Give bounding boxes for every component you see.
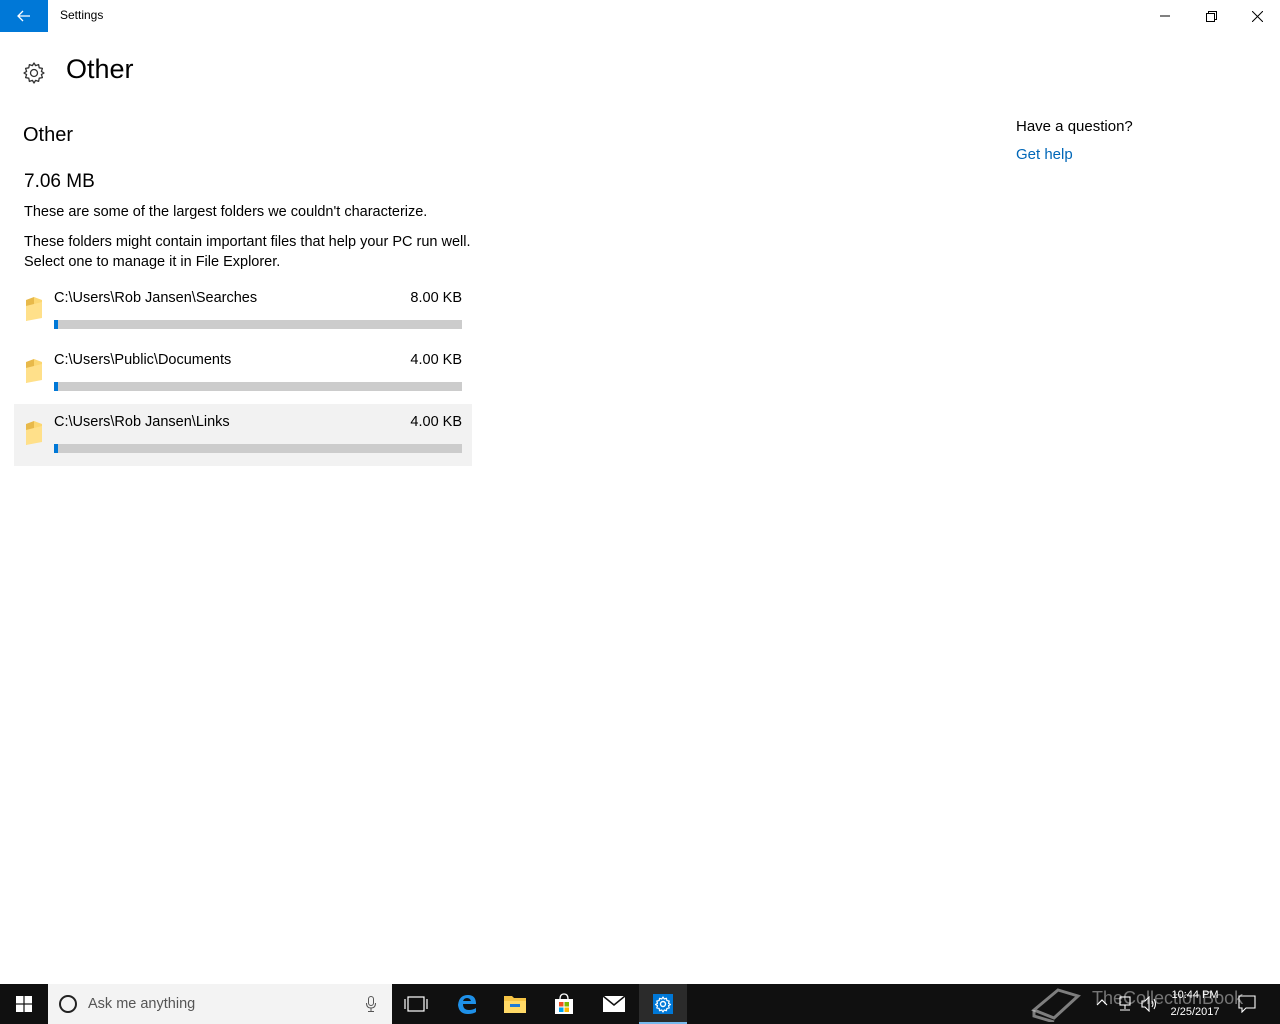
cortana-search-box[interactable]: Ask me anything	[48, 984, 392, 1024]
clock-time: 10:44 PM	[1171, 989, 1219, 1001]
folder-icon	[26, 297, 42, 321]
close-icon	[1251, 10, 1263, 22]
total-size: 7.06 MB	[24, 171, 95, 192]
minimize-icon	[1160, 15, 1170, 17]
file-explorer-icon	[504, 996, 526, 1013]
description-text-2: These folders might contain important fi…	[24, 234, 471, 270]
action-center-icon[interactable]	[1238, 995, 1256, 1013]
usage-bar-fill	[54, 320, 58, 329]
folder-icon	[26, 421, 42, 445]
clock-date: 2/25/2017	[1170, 1006, 1220, 1018]
restore-button[interactable]	[1188, 0, 1234, 32]
minimize-button[interactable]	[1142, 0, 1188, 32]
edge-button[interactable]	[443, 984, 491, 1024]
folder-row-links[interactable]: C:\Users\Rob Jansen\Links 4.00 KB	[14, 404, 472, 466]
search-placeholder: Ask me anything	[88, 996, 196, 1012]
mail-icon	[602, 995, 626, 1012]
usage-bar-fill	[54, 382, 58, 391]
store-button[interactable]	[540, 984, 588, 1024]
windows-logo-icon	[16, 996, 32, 1012]
mail-button[interactable]	[590, 984, 638, 1024]
book-watermark-icon	[1031, 988, 1081, 1022]
chevron-up-icon[interactable]	[1096, 998, 1108, 1006]
folder-icon	[26, 359, 42, 383]
settings-taskbar-button[interactable]	[639, 984, 687, 1024]
section-title: Other	[23, 124, 74, 146]
title-bar: Settings	[0, 0, 1280, 32]
folder-path: C:\Users\Rob Jansen\Links	[54, 414, 230, 430]
folder-list: C:\Users\Rob Jansen\Searches 8.00 KB C:\…	[14, 280, 472, 466]
usage-bar-fill	[54, 444, 58, 453]
taskbar: Ask me anything TheCollectionBook 10:44 …	[0, 984, 1280, 1024]
get-help-link[interactable]: Get help	[1016, 146, 1073, 163]
arrow-left-icon	[17, 10, 30, 22]
restore-icon	[1205, 10, 1217, 22]
task-view-icon	[404, 996, 428, 1012]
network-icon[interactable]	[1118, 996, 1134, 1012]
folder-path: C:\Users\Rob Jansen\Searches	[54, 290, 258, 306]
folder-size: 8.00 KB	[410, 290, 462, 306]
usage-bar	[54, 382, 462, 391]
settings-icon	[653, 994, 673, 1014]
folder-path: C:\Users\Public\Documents	[54, 352, 232, 368]
clock[interactable]: 10:44 PM 2/25/2017	[1160, 987, 1230, 1021]
edge-icon	[458, 995, 476, 1014]
folder-row-searches[interactable]: C:\Users\Rob Jansen\Searches 8.00 KB	[14, 280, 472, 342]
page-header	[22, 56, 46, 90]
window-title: Settings	[60, 8, 104, 22]
gear-icon	[23, 62, 45, 84]
page-title: Other	[66, 54, 134, 84]
store-icon	[555, 993, 573, 1014]
usage-bar	[54, 320, 462, 329]
cortana-icon	[59, 995, 77, 1013]
back-button[interactable]	[0, 0, 48, 32]
file-explorer-button[interactable]	[491, 984, 539, 1024]
volume-icon[interactable]	[1140, 996, 1158, 1012]
help-question: Have a question?	[1016, 118, 1133, 135]
folder-row-documents[interactable]: C:\Users\Public\Documents 4.00 KB	[14, 342, 472, 404]
folder-size: 4.00 KB	[410, 352, 462, 368]
usage-bar	[54, 444, 462, 453]
start-button[interactable]	[0, 984, 48, 1024]
description-text: These are some of the largest folders we…	[24, 204, 428, 220]
folder-size: 4.00 KB	[410, 414, 462, 430]
close-button[interactable]	[1234, 0, 1280, 32]
task-view-button[interactable]	[392, 984, 440, 1024]
microphone-icon[interactable]	[366, 996, 376, 1012]
